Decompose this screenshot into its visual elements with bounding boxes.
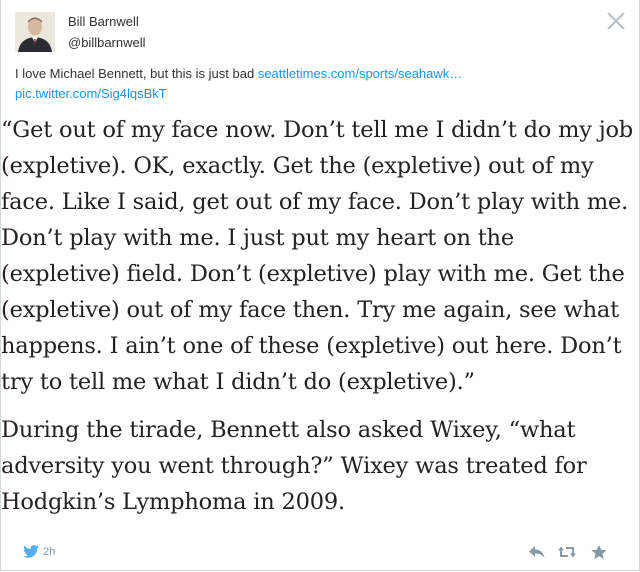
avatar-image [15, 12, 55, 52]
twitter-bird-icon[interactable] [23, 545, 39, 558]
timestamp[interactable]: 2h [43, 546, 55, 558]
tweet-text: I love Michael Bennett, but this is just… [15, 64, 615, 104]
tweet-card: Bill Barnwell @billbarnwell I love Micha… [0, 0, 640, 571]
article-link[interactable]: seattletimes.com/sports/seahawk… [258, 66, 462, 81]
article-image-text[interactable]: “Get out of my face now. Don’t tell me I… [1, 112, 637, 520]
star-icon[interactable] [590, 544, 608, 560]
avatar[interactable] [15, 12, 55, 52]
author-name[interactable]: Bill Barnwell [68, 14, 139, 29]
reply-icon[interactable] [528, 544, 546, 560]
close-icon [607, 12, 625, 30]
article-paragraph: During the tirade, Bennett also asked Wi… [1, 417, 587, 515]
quote-paragraph: “Get out of my face now. Don’t tell me I… [1, 117, 634, 395]
retweet-icon[interactable] [557, 544, 577, 560]
pic-link[interactable]: pic.twitter.com/Sig4lqsBkT [15, 86, 167, 101]
author-handle[interactable]: @billbarnwell [68, 35, 146, 50]
tweet-text-body: I love Michael Bennett, but this is just… [15, 66, 258, 81]
close-button[interactable] [605, 10, 627, 32]
tweet-footer: 2h [1, 536, 639, 570]
